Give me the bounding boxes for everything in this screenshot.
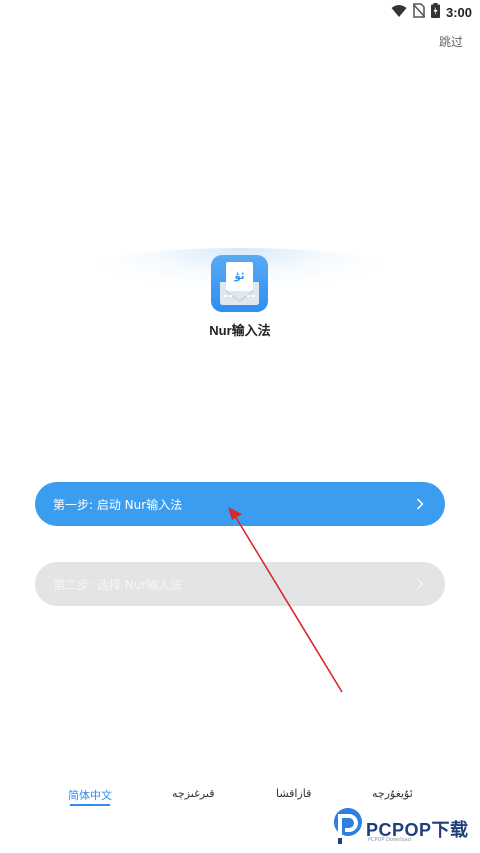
battery-icon [430,3,440,22]
tab-simplified-chinese[interactable]: 简体中文 [68,787,112,806]
step-2-select-button[interactable]: 第二步: 选择 Nur输入法 [35,562,445,606]
status-bar: 3:00 [0,0,480,24]
chevron-right-icon [413,577,427,591]
pcpop-logo-icon [333,808,362,844]
app-logo-icon: ئۇ [211,255,268,312]
app-logo-glyph: ئۇ [233,271,244,282]
watermark: PCPOP下载 PCPOP Download [332,806,480,851]
tab-kyrgyz[interactable]: قىرغىزچە [172,787,215,800]
no-sim-icon [412,3,426,22]
status-time: 3:00 [445,5,472,20]
chevron-right-icon [413,497,427,511]
annotation-arrow [228,507,343,693]
wifi-icon [391,3,407,22]
step-1-label: 第一步: 启动 Nur输入法 [53,497,183,512]
tab-kazakh[interactable]: قازاقشا [276,787,311,800]
app-name: Nur输入法 [209,323,271,338]
step-1-enable-button[interactable]: 第一步: 启动 Nur输入法 [35,482,445,526]
tab-uyghur[interactable]: ئۇيغۇرچە [372,787,413,800]
step-2-label: 第二步: 选择 Nur输入法 [53,577,183,592]
skip-button[interactable]: 跳过 [439,33,463,50]
watermark-subtext: PCPOP Download [368,837,411,843]
status-icons: 3:00 [391,3,472,22]
